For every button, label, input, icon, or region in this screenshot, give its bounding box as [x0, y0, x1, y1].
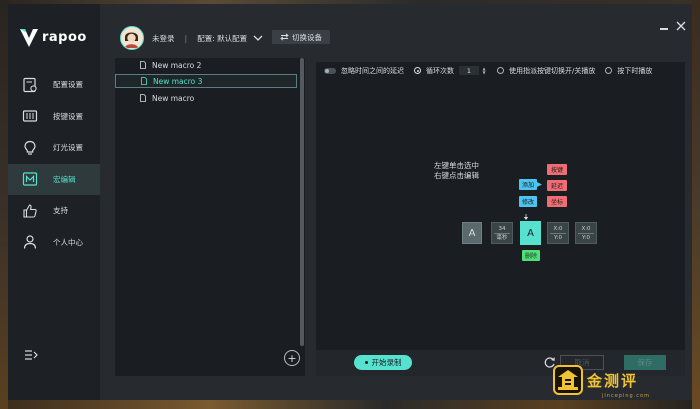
toggle-switch-radio[interactable]	[497, 67, 504, 74]
avatar-face-icon	[121, 27, 142, 48]
document-icon	[140, 61, 146, 69]
press-play-label: 按下时播放	[617, 66, 653, 75]
add-macro-button[interactable]: +	[284, 350, 300, 366]
background-photo-left	[0, 0, 8, 409]
switch-device-button[interactable]: 切换设备	[272, 30, 330, 44]
user-icon	[23, 235, 37, 249]
macro-list-panel: New macro 2 New macro 3 New macro +	[115, 58, 305, 376]
macro-editor: 忽略时间之间的延迟 循环次数 1 ▲ ▼ 使用指派按键切换开/关播放 按下时播放…	[316, 62, 685, 376]
sidebar-item-label: 支持	[53, 206, 68, 216]
brand-name: rapoo	[42, 29, 87, 45]
swap-arrows-icon	[280, 33, 289, 41]
app-window: rapoo 配置设置 按键设置 灯光设置 宏编辑 支持 个人中心 未登录 | 配…	[8, 4, 692, 400]
close-icon[interactable]	[676, 21, 686, 31]
sidebar-item-label: 配置设置	[53, 80, 83, 90]
sidebar-item-keys[interactable]: 按键设置	[8, 101, 100, 133]
background-photo-right	[692, 0, 700, 409]
ignore-delay-label: 忽略时间之间的延迟	[341, 66, 404, 75]
watermark-text: 金测评	[587, 371, 639, 390]
header-separator: |	[184, 33, 188, 43]
login-status[interactable]: 未登录	[152, 33, 175, 44]
delete-button[interactable]: 删除	[522, 250, 540, 261]
sidebar-nav: 配置设置 按键设置 灯光设置 宏编辑 支持 个人中心	[8, 69, 100, 258]
profile-select[interactable]: 配置: 默认配置	[197, 33, 247, 44]
sidebar-item-label: 按键设置	[53, 111, 83, 121]
edit-hint: 左键单击选中 右键点击编辑	[434, 161, 479, 181]
delay-value: 34	[498, 225, 506, 232]
user-profile-bar: 未登录 | 配置: 默认配置	[120, 26, 263, 50]
timeline-delay[interactable]: 34 毫秒	[491, 222, 513, 244]
list-item[interactable]: New macro 3	[115, 74, 297, 88]
ignore-delay-toggle[interactable]	[324, 67, 336, 74]
record-dot-icon	[364, 361, 368, 364]
sidebar-item-support[interactable]: 支持	[8, 195, 100, 227]
thumbs-up-icon	[23, 204, 37, 218]
press-play-radio[interactable]	[605, 67, 613, 74]
collapse-menu-icon[interactable]	[24, 349, 38, 361]
insert-coordinate-button[interactable]: 坐标	[547, 196, 567, 207]
macro-name: New macro 3	[153, 76, 203, 86]
timeline-key-release-selected[interactable]: A	[520, 221, 541, 245]
loop-count-radio[interactable]	[414, 67, 421, 74]
delay-label: 延迟	[550, 183, 563, 190]
insert-delay-button[interactable]: 延迟	[547, 180, 567, 191]
macro-icon	[22, 172, 38, 186]
timeline-coordinate[interactable]: X:0 Y:0	[547, 222, 569, 244]
start-recording-button[interactable]: 开始录制	[354, 355, 412, 370]
list-scrollbar[interactable]	[300, 58, 304, 346]
modify-label: 修改	[521, 199, 534, 206]
delay-unit: 毫秒	[496, 234, 508, 241]
coord-y: Y:0	[554, 234, 562, 241]
loop-count-input[interactable]: 1	[459, 66, 479, 75]
watermark: 金测评 jinceping.com	[553, 365, 649, 399]
coord-y: Y:0	[582, 234, 590, 241]
coord-x: X:0	[553, 225, 563, 232]
stepper-down-icon[interactable]: ▼	[482, 70, 485, 75]
watermark-seal-icon	[553, 365, 583, 395]
rapoo-v-logo-icon	[20, 29, 38, 47]
triangle-right-icon	[537, 182, 542, 187]
sidebar-item-label: 灯光设置	[53, 143, 83, 153]
timeline-key-press[interactable]: A	[462, 222, 482, 244]
hint-right-click: 右键点击编辑	[434, 171, 479, 180]
coordinate-label: 坐标	[550, 199, 563, 206]
sidebar-item-profile[interactable]: 个人中心	[8, 227, 100, 259]
watermark-url: jinceping.com	[602, 393, 650, 399]
settings-page-icon	[23, 77, 37, 92]
list-item[interactable]: New macro 2	[115, 58, 297, 72]
avatar[interactable]	[120, 26, 144, 50]
minimize-icon[interactable]	[660, 28, 668, 30]
sidebar-item-lighting[interactable]: 灯光设置	[8, 132, 100, 164]
loop-count-stepper[interactable]: ▲ ▼	[481, 66, 487, 75]
coord-x: X:0	[581, 225, 591, 232]
switch-device-label: 切换设备	[292, 32, 322, 42]
keys-icon	[22, 110, 38, 122]
macro-name: New macro	[152, 93, 195, 103]
loop-count-label: 循环次数	[426, 66, 454, 75]
playback-options: 忽略时间之间的延迟 循环次数 1 ▲ ▼ 使用指派按键切换开/关播放 按下时播放	[316, 62, 685, 79]
timeline-coordinate[interactable]: X:0 Y:0	[575, 222, 597, 244]
sidebar-item-config[interactable]: 配置设置	[8, 69, 100, 101]
modify-menu-button[interactable]: 修改	[519, 196, 537, 207]
document-icon	[141, 77, 147, 85]
bulb-icon	[24, 140, 36, 155]
add-label: 添加	[521, 182, 534, 189]
delete-label: 删除	[524, 253, 537, 260]
insert-key-button[interactable]: 按键	[547, 164, 567, 175]
chevron-down-icon[interactable]	[253, 34, 263, 42]
sidebar: rapoo 配置设置 按键设置 灯光设置 宏编辑 支持 个人中心	[8, 4, 100, 400]
record-label: 开始录制	[371, 358, 402, 367]
brand-logo: rapoo	[20, 26, 87, 48]
list-item[interactable]: New macro	[115, 91, 297, 105]
sidebar-item-label: 宏编辑	[53, 174, 76, 184]
add-menu-button[interactable]: 添加	[519, 179, 537, 190]
toggle-switch-label: 使用指派按键切换开/关播放	[509, 66, 596, 75]
key-label: 按键	[550, 167, 563, 174]
sidebar-item-label: 个人中心	[53, 237, 83, 247]
sidebar-item-macro[interactable]: 宏编辑	[8, 163, 100, 195]
macro-name: New macro 2	[152, 60, 202, 70]
arrow-down-icon	[523, 214, 529, 220]
hint-left-click: 左键单击选中	[434, 161, 479, 170]
document-icon	[140, 94, 146, 102]
